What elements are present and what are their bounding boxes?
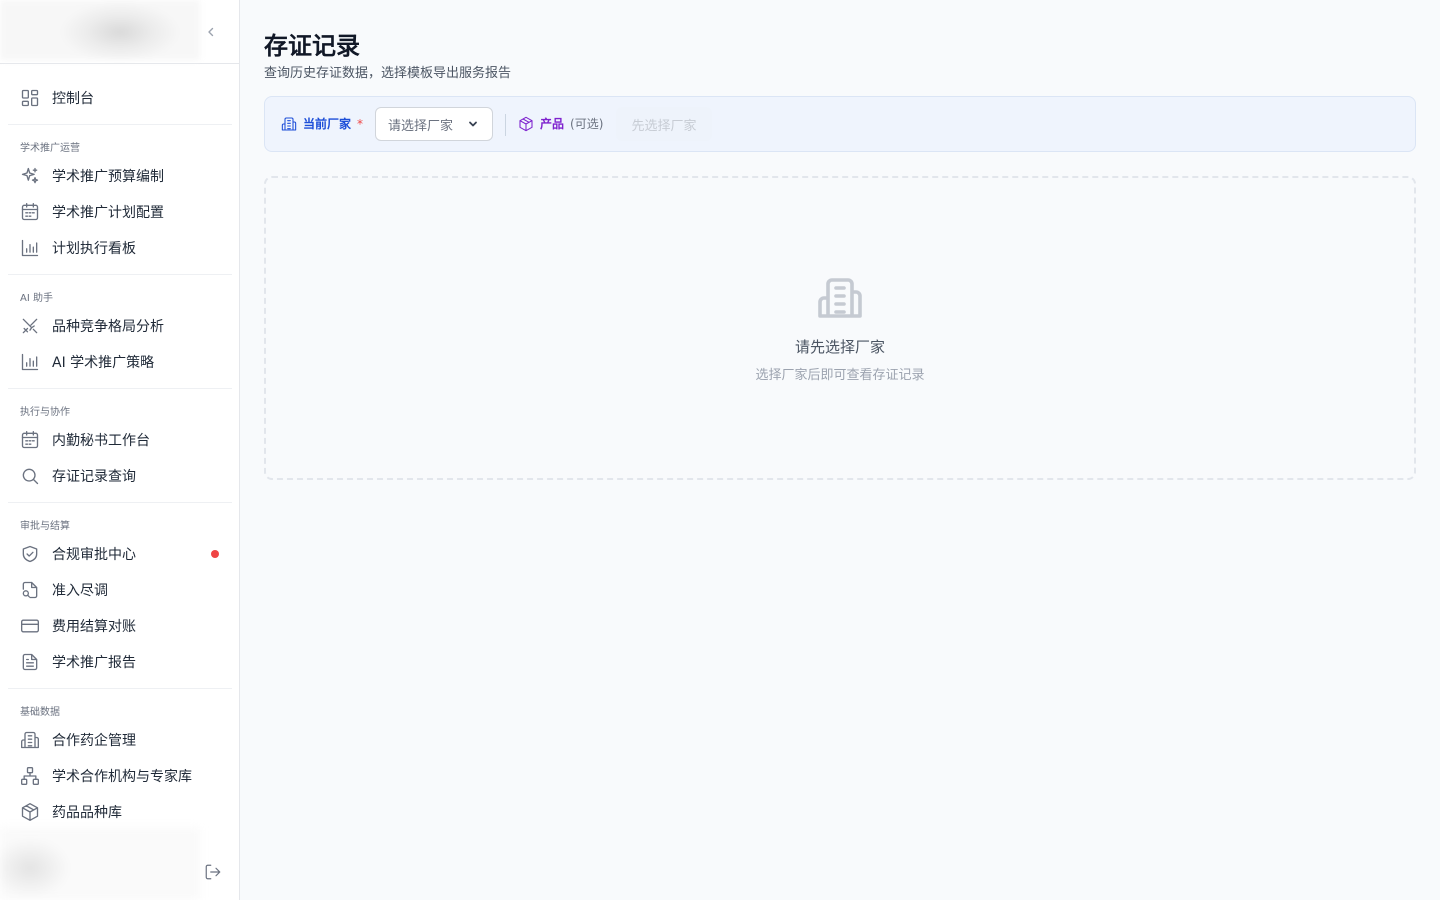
sidebar-item-partner-pharma[interactable]: 合作药企管理 [8,722,232,758]
app-logo [0,0,200,60]
layout-grid-icon [20,88,40,108]
sidebar-item-label: 品种竞争格局分析 [52,319,164,335]
calendar-icon [20,202,40,222]
search-icon [20,466,40,486]
sidebar-item-execution-board[interactable]: 计划执行看板 [8,230,232,266]
building-icon [20,730,40,750]
sidebar-item-label: 学术推广报告 [52,655,136,671]
divider [8,688,232,689]
sidebar-item-drug-library[interactable]: 药品品种库 [8,794,232,830]
package-icon [20,802,40,822]
group-label-approval: 审批与结算 [20,521,70,532]
sidebar-item-label: 学术推广计划配置 [52,205,164,221]
logout-icon [205,864,221,880]
file-search-icon [20,580,40,600]
sidebar-item-label: 合规审批中心 [52,547,136,563]
sidebar-item-dashboard[interactable]: 控制台 [8,80,232,116]
logout-button[interactable] [204,863,222,881]
vendor-select[interactable]: 请选择厂家 [375,107,493,141]
group-label-academic-ops: 学术推广运营 [20,143,80,154]
sidebar-item-label: 计划执行看板 [52,241,136,257]
sidebar-item-budget[interactable]: 学术推广预算编制 [8,158,232,194]
required-marker: * [357,116,364,131]
group-label-ai-assistant: AI 助手 [20,293,53,304]
user-profile[interactable] [0,828,200,900]
filter-divider [505,114,506,136]
sidebar-header [0,0,239,64]
sidebar-item-report[interactable]: 学术推广报告 [8,644,232,680]
sidebar-item-label: 学术推广预算编制 [52,169,164,185]
swords-icon [20,316,40,336]
sidebar: 控制台 学术推广运营 学术推广预算编制 学术推广计划配置 计划执行看板 AI 助… [0,0,240,900]
file-text-icon [20,652,40,672]
sidebar-item-plan-config[interactable]: 学术推广计划配置 [8,194,232,230]
building-icon [816,274,864,322]
sidebar-item-label: 学术合作机构与专家库 [52,769,192,785]
sidebar-item-label: 控制台 [52,91,94,107]
optional-hint: (可选) [570,117,604,131]
divider [8,124,232,125]
product-select-placeholder: 先选择厂家 [631,118,697,134]
sidebar-item-evidence-query[interactable]: 存证记录查询 [8,458,232,494]
product-filter-label: 产品 (可选) [518,115,603,132]
vendor-label-text: 当前厂家 [303,117,352,131]
bar-chart-icon [20,238,40,258]
bar-chart-icon [20,352,40,372]
group-label-base-data: 基础数据 [20,707,60,718]
sidebar-item-due-diligence[interactable]: 准入尽调 [8,572,232,608]
sidebar-item-label: 存证记录查询 [52,469,136,485]
collapse-sidebar-button[interactable] [203,24,219,40]
chevron-down-icon [467,118,479,130]
sidebar-item-compliance-approval[interactable]: 合规审批中心 [8,536,232,572]
sidebar-item-experts[interactable]: 学术合作机构与专家库 [8,758,232,794]
vendor-filter-label: 当前厂家 * [281,115,363,132]
sidebar-item-label: 合作药企管理 [52,733,136,749]
notification-badge [211,550,219,558]
product-select: 先选择厂家 [616,107,712,141]
sparkles-icon [20,166,40,186]
sidebar-item-secretary-workbench[interactable]: 内勤秘书工作台 [8,422,232,458]
calendar-icon [20,430,40,450]
network-icon [20,766,40,786]
sidebar-item-label: 药品品种库 [52,805,122,821]
product-label-text: 产品 [540,117,565,131]
sidebar-item-competition-analysis[interactable]: 品种竞争格局分析 [8,308,232,344]
shield-check-icon [20,544,40,564]
empty-state-panel: 请先选择厂家 选择厂家后即可查看存证记录 [264,176,1416,480]
package-icon [519,116,533,131]
sidebar-item-ai-strategy[interactable]: AI 学术推广策略 [8,344,232,380]
empty-state-title: 请先选择厂家 [794,338,885,356]
sidebar-item-settlement[interactable]: 费用结算对账 [8,608,232,644]
filter-bar: 当前厂家 * 请选择厂家 产品 (可选) 先选择厂家 [264,96,1416,152]
vendor-select-placeholder: 请选择厂家 [388,118,454,134]
sidebar-item-label: 内勤秘书工作台 [52,433,150,449]
divider [8,502,232,503]
sidebar-item-label: AI 学术推广策略 [52,355,155,371]
empty-state-description: 选择厂家后即可查看存证记录 [755,368,925,383]
page-title: 存证记录 [264,32,360,60]
credit-card-icon [20,616,40,636]
sidebar-item-label: 准入尽调 [52,583,108,599]
divider [8,388,232,389]
group-label-execution: 执行与协作 [20,407,70,418]
building-icon [281,116,297,131]
divider [8,274,232,275]
chevron-left-icon [208,27,214,37]
sidebar-item-label: 费用结算对账 [52,619,136,635]
sidebar-footer [0,828,239,900]
page-subtitle: 查询历史存证数据，选择模板导出服务报告 [264,66,512,81]
